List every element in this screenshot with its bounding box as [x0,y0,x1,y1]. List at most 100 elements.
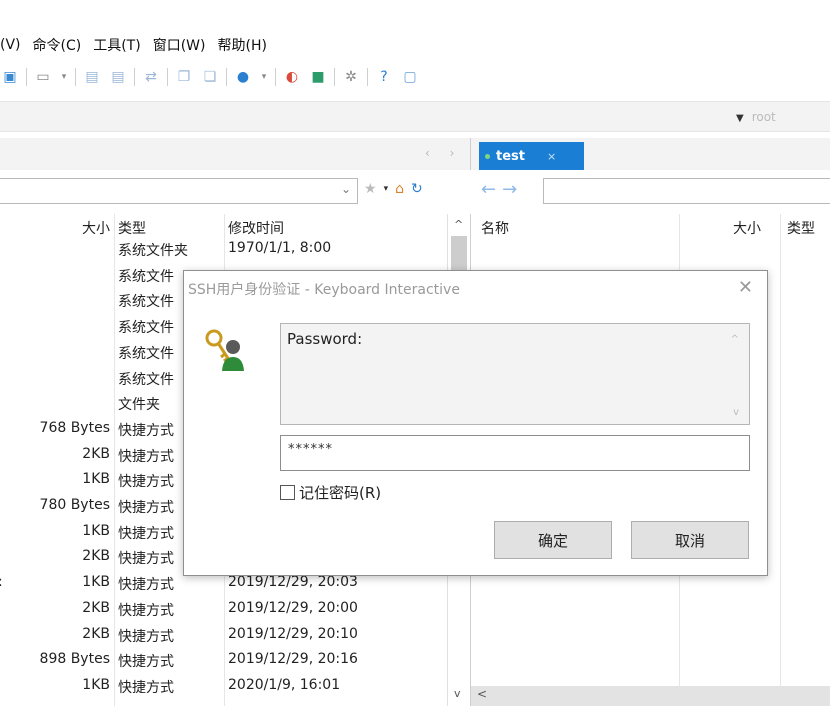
user-dropdown-value: root [751,110,776,124]
globe-icon[interactable]: ● [233,67,253,87]
column-header-name[interactable]: 名称 [481,218,509,238]
local-path-row: ⌄ ★ ▾ ⌂ ↻ [0,175,470,207]
session-settings-icon[interactable]: ▣ [0,67,20,87]
dialog-title: SSH用户身份验证 - Keyboard Interactive [188,282,460,298]
cancel-button[interactable]: 取消 [631,521,749,559]
user-key-icon [205,329,244,371]
user-dropdown[interactable]: ▼ root [736,110,776,124]
cell-type: 系统文件 [118,320,174,337]
scroll-down-icon[interactable]: v [733,407,739,418]
copy-icon[interactable]: ❐ [174,67,194,87]
scroll-left-icon[interactable]: < [477,687,487,701]
left-pane-header-strip: ‹ › [0,138,470,170]
password-field[interactable]: ****** [280,435,750,471]
remote-horizontal-scrollbar[interactable]: < [471,686,830,706]
table-row[interactable]: 系统文件夹 1970/1/1, 8:00 [0,240,445,262]
document-icon[interactable]: ▤ [82,67,102,87]
cell-type: 系统文件 [118,268,174,285]
column-header-type[interactable]: 类型 [787,218,815,238]
menu-commands[interactable]: 命令(C) [33,35,82,55]
cell-type: 快捷方式 [118,679,174,696]
cell-type: 快捷方式 [118,474,174,491]
remember-password-checkbox[interactable]: 记住密码(R) [280,482,381,503]
table-row[interactable]: 1KB 快捷方式 2019/12/29, 20:03: [0,574,445,596]
ok-button[interactable]: 确定 [494,521,612,559]
cell-modified: 2019/12/29, 20:16 [228,651,358,668]
connection-status-icon [485,153,490,159]
paste-icon[interactable]: ❏ [200,67,220,87]
back-forward-arrows-icon[interactable]: ←→ [481,179,523,200]
table-row[interactable]: 898 Bytes 快捷方式 2019/12/29, 20:16 [0,651,445,673]
home-icon[interactable]: ⌂ [395,181,404,197]
menu-help[interactable]: 帮助(H) [217,35,266,55]
refresh-icon[interactable]: ↻ [411,181,423,197]
session-tab-strip: test × [470,138,830,170]
cell-type: 快捷方式 [118,500,174,516]
cell-size: 2KB [82,445,110,462]
close-icon[interactable]: × [547,150,556,163]
tab-test[interactable]: test × [479,142,584,170]
remote-path-input[interactable] [543,178,830,204]
chat-icon[interactable]: ▢ [400,67,420,87]
app-icon[interactable]: ■ [308,67,328,87]
toolbar-separator [275,68,276,86]
cell-modified: 2019/12/29, 20:00 [228,599,358,616]
chevron-down-icon[interactable]: ⌄ [341,182,351,196]
help-icon[interactable]: ? [374,67,394,87]
column-header-modified[interactable]: 修改时间 [228,218,284,238]
menu-view[interactable]: (V) [0,37,21,53]
cell-type: 快捷方式 [118,577,174,594]
bell-icon[interactable]: ◐ [282,67,302,87]
cell-type: 系统文件 [118,345,174,362]
column-header-size[interactable]: 大小 [733,218,761,238]
column-header-type[interactable]: 类型 [118,218,146,238]
cell-size: 1KB [82,676,110,693]
menu-bar: (V) 命令(C) 工具(T) 窗口(W) 帮助(H) [0,30,830,60]
toolbar-separator [367,68,368,86]
checkbox-box[interactable] [280,485,295,500]
column-header-size[interactable]: 大小 [82,218,110,238]
chevron-down-icon[interactable]: ▾ [59,67,69,87]
scroll-up-icon[interactable]: ^ [731,334,739,345]
star-icon[interactable]: ★ [364,181,377,197]
gear-icon[interactable]: ✲ [341,67,361,87]
local-file-header: 大小 类型 修改时间 [0,214,470,240]
local-path-input[interactable]: ⌄ [0,178,358,204]
transfer-icon[interactable]: ⇄ [141,67,161,87]
cell-size: 1KB [82,471,110,488]
menu-tools[interactable]: 工具(T) [93,35,140,55]
table-row[interactable]: 2KB 快捷方式 2019/12/29, 20:00 [0,600,445,622]
menu-window[interactable]: 窗口(W) [153,35,206,55]
cell-modified: 2019/12/29, 20:03 [228,574,358,591]
toolbar-separator [226,68,227,86]
chevron-down-icon[interactable]: ▾ [259,67,269,87]
cell-type: 系统文件 [118,371,174,388]
toolbar-separator [334,68,335,86]
cell-type: 文件夹 [118,397,160,414]
chevron-down-icon: ▼ [736,113,744,124]
cell-name-fragment: : [0,574,3,590]
terminal-icon[interactable]: ▭ [33,67,53,87]
toolbar-separator [75,68,76,86]
cell-size: 1KB [82,574,110,591]
scroll-up-icon[interactable]: ^ [454,218,463,231]
document-icon[interactable]: ▤ [108,67,128,87]
cell-modified: 1970/1/1, 8:00 [228,240,332,256]
table-row[interactable]: 1KB 快捷方式 2020/1/9, 16:01 [0,677,445,699]
toolbar-separator [26,68,27,86]
remember-password-label: 记住密码(R) [299,484,382,502]
cell-modified: 2019/12/29, 20:10 [228,625,358,642]
prompt-area[interactable]: Password: ^ v [280,323,750,425]
cell-size: 1KB [82,522,110,539]
remote-path-row: ←→ [475,175,830,207]
scroll-down-icon[interactable]: v [454,687,461,700]
table-row[interactable]: 2KB 快捷方式 2019/12/29, 20:10 [0,626,445,648]
cell-type: 快捷方式 [118,525,174,542]
cell-type: 快捷方式 [118,602,174,619]
pane-nav-arrows[interactable]: ‹ › [425,146,462,160]
close-icon[interactable]: ✕ [738,277,753,298]
chevron-down-icon[interactable]: ▾ [384,184,389,194]
address-bar: ▼ root [0,101,830,132]
cell-type: 快捷方式 [118,628,174,645]
cell-size: 780 Bytes [39,497,110,513]
